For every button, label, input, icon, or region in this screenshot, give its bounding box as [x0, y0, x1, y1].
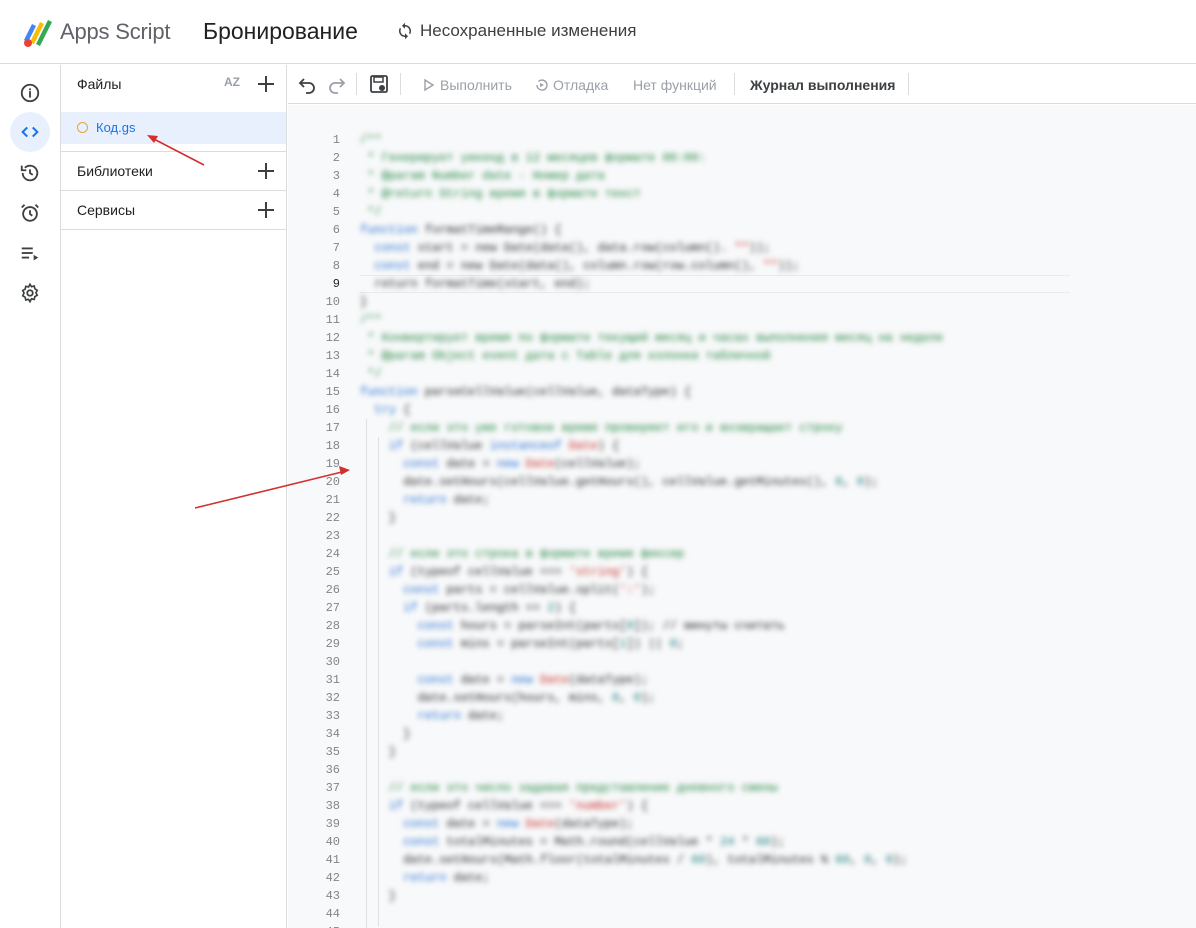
- toolbar-separator: [400, 73, 401, 95]
- libraries-title: Библиотеки: [77, 163, 153, 179]
- settings-icon: [21, 282, 39, 304]
- line-number: 12: [325, 331, 340, 345]
- line-number-gutter: 1 2 3 4 5 6 7 8 9 10 11 12 13 14 15 16 17 18 19 20 21 22 23 24 2…: [288, 131, 340, 928]
- line-number: 39: [325, 817, 340, 831]
- services-title: Сервисы: [77, 202, 136, 218]
- executions-button[interactable]: [10, 233, 50, 273]
- line-number: 13: [325, 349, 340, 363]
- files-header: Файлы AZ: [61, 65, 286, 103]
- line-number: 20: [325, 475, 340, 489]
- file-name[interactable]: Код.gs: [96, 120, 135, 135]
- play-icon: [424, 78, 435, 92]
- unsaved-status-label: Несохраненные изменения: [420, 21, 637, 40]
- add-service-icon[interactable]: [256, 200, 276, 220]
- line-number: 41: [325, 853, 340, 867]
- line-number: 33: [325, 709, 340, 723]
- triggers-button[interactable]: [10, 193, 50, 233]
- line-number: 18: [325, 439, 340, 453]
- alarm-icon: [21, 204, 39, 222]
- line-number: 22: [325, 511, 340, 525]
- line-number: 1: [332, 133, 340, 147]
- project-settings-button[interactable]: [10, 273, 50, 313]
- executions-icon: [21, 247, 39, 261]
- save-icon[interactable]: [369, 74, 389, 94]
- line-number: 9: [332, 277, 340, 291]
- files-panel: Файлы AZ Код.gs Библиотеки Сервисы: [61, 65, 287, 928]
- toolbar-separator: [356, 73, 357, 95]
- line-number: 23: [325, 529, 340, 543]
- line-number: 5: [332, 205, 340, 219]
- line-number: 38: [325, 799, 340, 813]
- line-number: 27: [325, 601, 340, 615]
- run-button[interactable]: Выполнить: [422, 77, 512, 93]
- line-number: 15: [325, 385, 340, 399]
- line-number: 35: [325, 745, 340, 759]
- line-number: 17: [325, 421, 340, 435]
- top-header: Apps Script Бронирование Несохраненные и…: [0, 0, 1196, 64]
- function-select[interactable]: Нет функций: [633, 77, 717, 93]
- line-number: 19: [325, 457, 340, 471]
- unsaved-dot-icon: [77, 122, 88, 133]
- line-number: 24: [325, 547, 340, 561]
- history-icon: [20, 164, 39, 182]
- toolbar-separator: [734, 73, 735, 95]
- toolbar-separator: [908, 73, 909, 95]
- line-number: 37: [325, 781, 340, 795]
- unsaved-status: Несохраненные изменения: [396, 21, 636, 41]
- line-number: 36: [325, 763, 340, 777]
- editor-toolbar: Выполнить Отладка Нет функций Журнал вып…: [288, 65, 1196, 104]
- line-number: 40: [325, 835, 340, 849]
- add-library-icon[interactable]: [256, 161, 276, 181]
- info-icon: [20, 83, 40, 103]
- blurred-code-content: /** * Генерирует уикенд в 12 месяцев фор…: [360, 133, 944, 903]
- debug-button[interactable]: Отладка: [535, 77, 608, 93]
- line-number: 8: [332, 259, 340, 273]
- line-number: 34: [325, 727, 340, 741]
- line-number: 30: [325, 655, 340, 669]
- line-number: 2: [332, 151, 340, 165]
- code-icon: [21, 126, 39, 138]
- left-navigation-rail: [0, 65, 61, 928]
- line-number: 28: [325, 619, 340, 633]
- line-number: 4: [332, 187, 340, 201]
- line-number: 44: [325, 907, 340, 921]
- apps-script-logo-icon[interactable]: [22, 18, 54, 48]
- sort-files-button[interactable]: AZ: [224, 75, 240, 89]
- services-section: Сервисы: [61, 191, 286, 229]
- debug-label: Отладка: [553, 77, 609, 93]
- line-number: 16: [325, 403, 340, 417]
- line-number: 3: [332, 169, 340, 183]
- redo-icon[interactable]: [326, 74, 346, 94]
- debug-icon: [536, 79, 548, 91]
- run-label: Выполнить: [440, 77, 512, 93]
- divider: [61, 229, 286, 230]
- line-number: 21: [325, 493, 340, 507]
- line-number: 14: [325, 367, 340, 381]
- code-editor[interactable]: 1 2 3 4 5 6 7 8 9 10 11 12 13 14 15 16 17 18 19 20 21 22 23 24 2…: [288, 105, 1196, 928]
- line-number: 42: [325, 871, 340, 885]
- execution-log-button[interactable]: Журнал выполнения: [750, 77, 895, 93]
- files-title: Файлы: [77, 76, 122, 92]
- editor-button[interactable]: [10, 112, 50, 152]
- file-item-code-gs[interactable]: Код.gs: [61, 112, 286, 144]
- line-number: 29: [325, 637, 340, 651]
- add-file-icon[interactable]: [256, 74, 276, 94]
- line-number: 45: [288, 923, 340, 928]
- line-number: 11: [325, 313, 340, 327]
- line-number: 10: [325, 295, 340, 309]
- line-number: 31: [325, 673, 340, 687]
- sync-icon: [399, 22, 411, 40]
- line-number: 43: [325, 889, 340, 903]
- undo-icon[interactable]: [298, 74, 318, 94]
- app-name[interactable]: Apps Script: [60, 19, 170, 45]
- libraries-section: Библиотеки: [61, 152, 286, 190]
- line-number: 25: [325, 565, 340, 579]
- line-number: 6: [332, 223, 340, 237]
- overview-button[interactable]: [10, 73, 50, 113]
- line-number: 32: [325, 691, 340, 705]
- line-number: 7: [332, 241, 340, 255]
- project-title[interactable]: Бронирование: [203, 18, 358, 45]
- line-number: 26: [325, 583, 340, 597]
- project-history-button[interactable]: [10, 153, 50, 193]
